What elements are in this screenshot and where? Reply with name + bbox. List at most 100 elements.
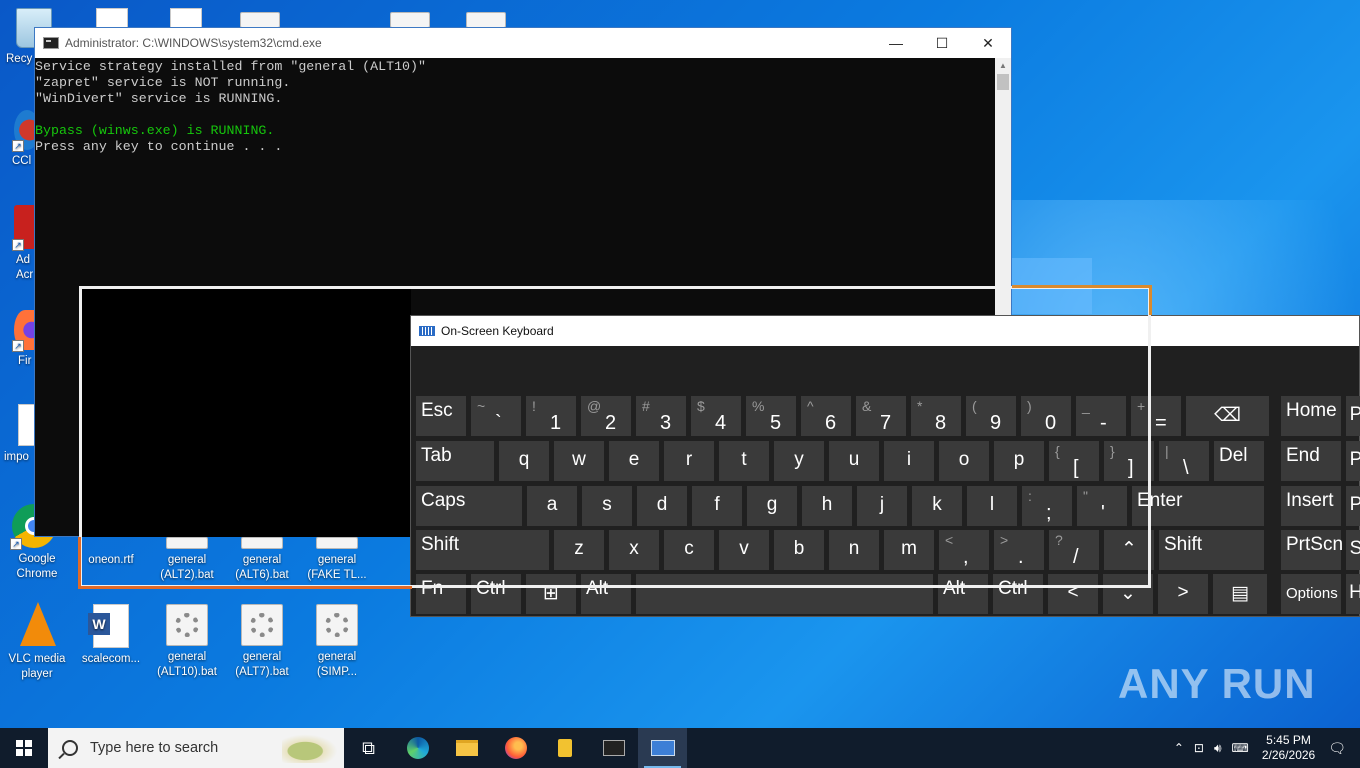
desktop-icon-scalecom[interactable]: W scalecom... [74, 604, 148, 667]
osk-key-del[interactable]: Del [1214, 441, 1264, 481]
osk-key-r3k9[interactable]: >. [994, 530, 1044, 570]
osk-key-home[interactable]: Home [1281, 396, 1341, 436]
osk-key-p[interactable]: P [1346, 441, 1360, 481]
osk-key-7[interactable]: & 7 [856, 396, 906, 436]
osk-key-r1k12[interactable]: }] [1104, 441, 1154, 481]
osk-key-shift[interactable]: Shift [416, 530, 549, 570]
osk-key-r0k13[interactable]: + = [1131, 396, 1181, 436]
osk-key-p[interactable]: p [994, 441, 1044, 481]
osk-key-v[interactable]: v [719, 530, 769, 570]
osk-key-2[interactable]: @2 [581, 396, 631, 436]
desktop-icon-vlc[interactable]: VLC media player [0, 602, 74, 682]
osk-key-alt[interactable]: Alt [581, 574, 631, 614]
osk-key-z[interactable]: z [554, 530, 604, 570]
lock-app-icon[interactable] [540, 728, 589, 768]
osk-key-x[interactable]: x [609, 530, 659, 570]
osk-key-u[interactable]: u [829, 441, 879, 481]
osk-key-c[interactable]: c [664, 530, 714, 570]
osk-key-r3k11[interactable]: ⌃ [1104, 530, 1154, 570]
osk-key-r2k10[interactable]: :; [1022, 486, 1072, 526]
osk-key-r[interactable]: r [664, 441, 714, 481]
osk-key-g[interactable]: g [747, 486, 797, 526]
task-view-icon[interactable]: ⧉ [344, 728, 393, 768]
osk-key-e[interactable]: e [609, 441, 659, 481]
osk-key-prtscn[interactable]: PrtScn [1281, 530, 1343, 570]
desktop-icon-general-simple[interactable]: general (SIMP... [300, 604, 374, 680]
osk-key-r4k10[interactable]: ▤ [1213, 574, 1267, 614]
osk-key-i[interactable]: i [884, 441, 934, 481]
osk-key-p[interactable]: P [1346, 396, 1360, 436]
osk-key-a[interactable]: a [527, 486, 577, 526]
osk-key-y[interactable]: y [774, 441, 824, 481]
osk-key-r4k2[interactable]: ⊞ [526, 574, 576, 614]
osk-key-t[interactable]: t [719, 441, 769, 481]
osk-key-r1k11[interactable]: {[ [1049, 441, 1099, 481]
input-icon[interactable]: ⌨︎ [1232, 741, 1249, 755]
osk-key-end[interactable]: End [1281, 441, 1341, 481]
firefox-taskbar-icon[interactable] [491, 728, 540, 768]
osk-key-tab[interactable]: Tab [416, 441, 494, 481]
osk-key-6[interactable]: ^ 6 [801, 396, 851, 436]
osk-key-options[interactable]: Options [1281, 574, 1341, 614]
osk-key-shift[interactable]: Shift [1159, 530, 1264, 570]
osk-key-r3k10[interactable]: ? / [1049, 530, 1099, 570]
osk-key-w[interactable]: w [554, 441, 604, 481]
osk-key-r4k8[interactable]: ⌄ [1103, 574, 1153, 614]
osk-key-r0k1[interactable]: ~ ` [471, 396, 521, 436]
osk-key-ctrl[interactable]: Ctrl [993, 574, 1043, 614]
start-button[interactable] [0, 728, 48, 768]
notification-icon[interactable]: 🗨 [1328, 740, 1346, 757]
osk-key-9[interactable]: (9 [966, 396, 1016, 436]
file-explorer-icon[interactable] [442, 728, 491, 768]
osk-key-ctrl[interactable]: Ctrl [471, 574, 521, 614]
osk-key-4[interactable]: $4 [691, 396, 741, 436]
cmd-taskbar-icon[interactable] [589, 728, 638, 768]
osk-key-esc[interactable]: Esc [416, 396, 466, 436]
osk-key-3[interactable]: #3 [636, 396, 686, 436]
volume-icon[interactable]: 🔊︎ [1214, 741, 1222, 756]
osk-key-r2k11[interactable]: " ' [1077, 486, 1127, 526]
tray-chevron-icon[interactable]: ⌃ [1174, 741, 1184, 755]
osk-key-q[interactable]: q [499, 441, 549, 481]
osk-key-j[interactable]: j [857, 486, 907, 526]
taskbar-search-box[interactable]: Type here to search [48, 728, 344, 768]
desktop-icon-general-alt6[interactable]: general (ALT6).bat [225, 553, 299, 583]
scroll-up-icon[interactable]: ▲ [995, 58, 1011, 74]
osk-key-d[interactable]: d [637, 486, 687, 526]
edge-icon[interactable] [393, 728, 442, 768]
desktop-icon-general-alt2[interactable]: general (ALT2).bat [150, 553, 224, 583]
osk-key-r0k12[interactable]: _ - [1076, 396, 1126, 436]
osk-key-1[interactable]: ! 1 [526, 396, 576, 436]
osk-key-l[interactable]: l [967, 486, 1017, 526]
osk-key-m[interactable]: m [884, 530, 934, 570]
cmd-titlebar[interactable]: Administrator: C:\WINDOWS\system32\cmd.e… [35, 28, 1011, 58]
osk-key-r0k14[interactable]: ⌫ [1186, 396, 1269, 436]
osk-key-p[interactable]: P [1346, 486, 1360, 526]
osk-key-k[interactable]: k [912, 486, 962, 526]
clock[interactable]: 5:45 PM 2/26/2026 [1262, 733, 1315, 763]
osk-key-insert[interactable]: Insert [1281, 486, 1341, 526]
osk-key-r3k8[interactable]: <, [939, 530, 989, 570]
close-button[interactable]: ✕ [965, 28, 1011, 58]
osk-key-n[interactable]: n [829, 530, 879, 570]
osk-taskbar-icon[interactable] [638, 728, 687, 768]
osk-key-s[interactable]: S [1346, 530, 1360, 570]
osk-key-8[interactable]: * 8 [911, 396, 961, 436]
maximize-button[interactable]: ☐ [919, 28, 965, 58]
osk-key-r4k7[interactable]: < [1048, 574, 1098, 614]
osk-key-caps[interactable]: Caps [416, 486, 522, 526]
on-screen-keyboard-window[interactable]: On-Screen Keyboard Esc ~ `! 1 @2 #3 $4% 5 ^ 6 & 7 * 8… [410, 315, 1360, 617]
osk-key-r4k9[interactable]: > [1158, 574, 1208, 614]
network-icon[interactable]: ⊡ [1194, 741, 1204, 755]
osk-key-b[interactable]: b [774, 530, 824, 570]
desktop-icon-general-alt10[interactable]: general (ALT10).bat [150, 604, 224, 680]
osk-key-0[interactable]: ) 0 [1021, 396, 1071, 436]
osk-key-f[interactable]: f [692, 486, 742, 526]
osk-key-5[interactable]: % 5 [746, 396, 796, 436]
osk-key-fn[interactable]: Fn [416, 574, 466, 614]
osk-key-r4k4[interactable] [636, 574, 933, 614]
osk-key-enter[interactable]: Enter [1132, 486, 1264, 526]
osk-key-o[interactable]: o [939, 441, 989, 481]
scroll-thumb[interactable] [997, 74, 1009, 90]
minimize-button[interactable]: — [873, 28, 919, 58]
